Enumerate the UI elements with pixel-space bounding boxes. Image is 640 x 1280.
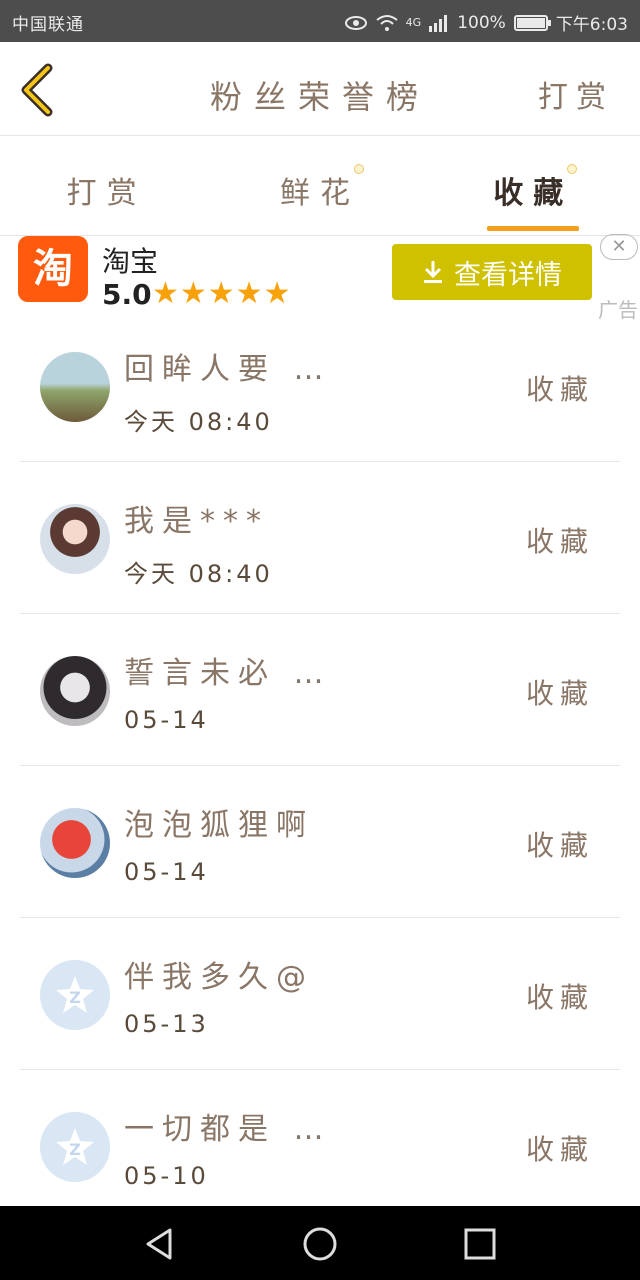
tab-label: 收藏 [493,176,574,211]
fan-list: 回眸人要 … 今天 08:40 收藏 我是*** 今天 08:40 收藏 誓言未… [0,310,640,1222]
list-item[interactable]: Z 一切都是 … 05-10 收藏 [0,1070,640,1222]
fan-name: 伴我多久@ [124,960,314,995]
battery-percent: 100% [457,12,506,33]
fan-time: 今天 08:40 [124,408,273,436]
network-label: 4G [405,16,422,29]
avatar [40,656,110,726]
fan-time: 05-13 [124,1010,209,1038]
wifi-icon [376,14,398,31]
view-details-label: 查看详情 [454,259,562,291]
tab-reward[interactable]: 打赏 [0,136,213,235]
tab-flowers[interactable]: 鲜花 [213,136,426,235]
close-icon[interactable]: ✕ [600,234,638,260]
svg-text:Z: Z [69,988,81,1007]
badge-dot-icon [567,164,578,174]
tab-bar: 打赏 鲜花 收藏 [0,136,640,236]
svg-text:Z: Z [69,1140,81,1159]
ad-app-name: 淘宝 [102,245,159,278]
reward-button[interactable]: 打赏 [538,72,614,116]
carrier-label: 中国联通 [12,15,84,35]
badge-dot-icon [353,164,364,174]
clock: 下午6:03 [555,15,628,35]
fan-name: 我是*** [124,504,269,539]
system-nav-bar [0,1206,640,1280]
avatar: Z [40,960,110,1030]
signal-icon [429,14,448,32]
tab-active-indicator [487,226,580,231]
list-item[interactable]: 回眸人要 … 今天 08:40 收藏 [0,310,640,462]
ad-stars: ★★★★★ [152,276,292,311]
avatar [40,504,110,574]
nav-recent-icon[interactable] [460,1224,500,1264]
list-item[interactable]: Z 伴我多久@ 05-13 收藏 [0,918,640,1070]
avatar: Z [40,1112,110,1182]
battery-fill [516,17,545,28]
fan-time: 05-14 [124,858,209,886]
fan-type: 收藏 [525,981,594,1014]
fan-time: 今天 08:40 [124,560,273,588]
fan-type: 收藏 [525,829,594,862]
fan-time: 05-14 [124,706,209,734]
eye-icon [344,15,367,30]
status-icons: 4G 100% 下午6:03 [344,10,628,35]
list-item[interactable]: 我是*** 今天 08:40 收藏 [0,462,640,614]
fan-name: 泡泡狐狸啊 [124,808,314,843]
tab-favorites[interactable]: 收藏 [427,136,640,235]
list-item[interactable]: 誓言未必 … 05-14 收藏 [0,614,640,766]
tab-label: 打赏 [66,176,147,211]
tab-label: 鲜花 [279,176,360,211]
status-bar: 中国联通 4G 100% 下午6:03 [0,0,640,42]
nav-back-icon[interactable] [140,1224,180,1264]
nav-home-icon[interactable] [300,1224,340,1264]
fan-type: 收藏 [525,677,594,710]
list-item[interactable]: 泡泡狐狸啊 05-14 收藏 [0,766,640,918]
fan-type: 收藏 [525,1133,594,1166]
qq-default-avatar-icon: Z [56,1128,94,1165]
fan-name: 一切都是 … [124,1112,332,1147]
taobao-logo: 淘 [18,236,88,302]
download-icon [424,261,442,283]
qq-default-avatar-icon: Z [56,976,94,1013]
fan-type: 收藏 [525,373,594,406]
ad-rating: 5.0 [102,278,152,311]
fan-type: 收藏 [525,525,594,558]
fan-time: 05-10 [124,1162,209,1190]
battery-icon [513,14,551,31]
avatar [40,352,110,422]
app-header: 粉丝荣誉榜 打赏 [0,42,640,136]
avatar [40,808,110,878]
view-details-button[interactable]: 查看详情 [392,244,592,300]
fan-name: 回眸人要 … [124,352,332,387]
fan-name: 誓言未必 … [124,656,332,691]
